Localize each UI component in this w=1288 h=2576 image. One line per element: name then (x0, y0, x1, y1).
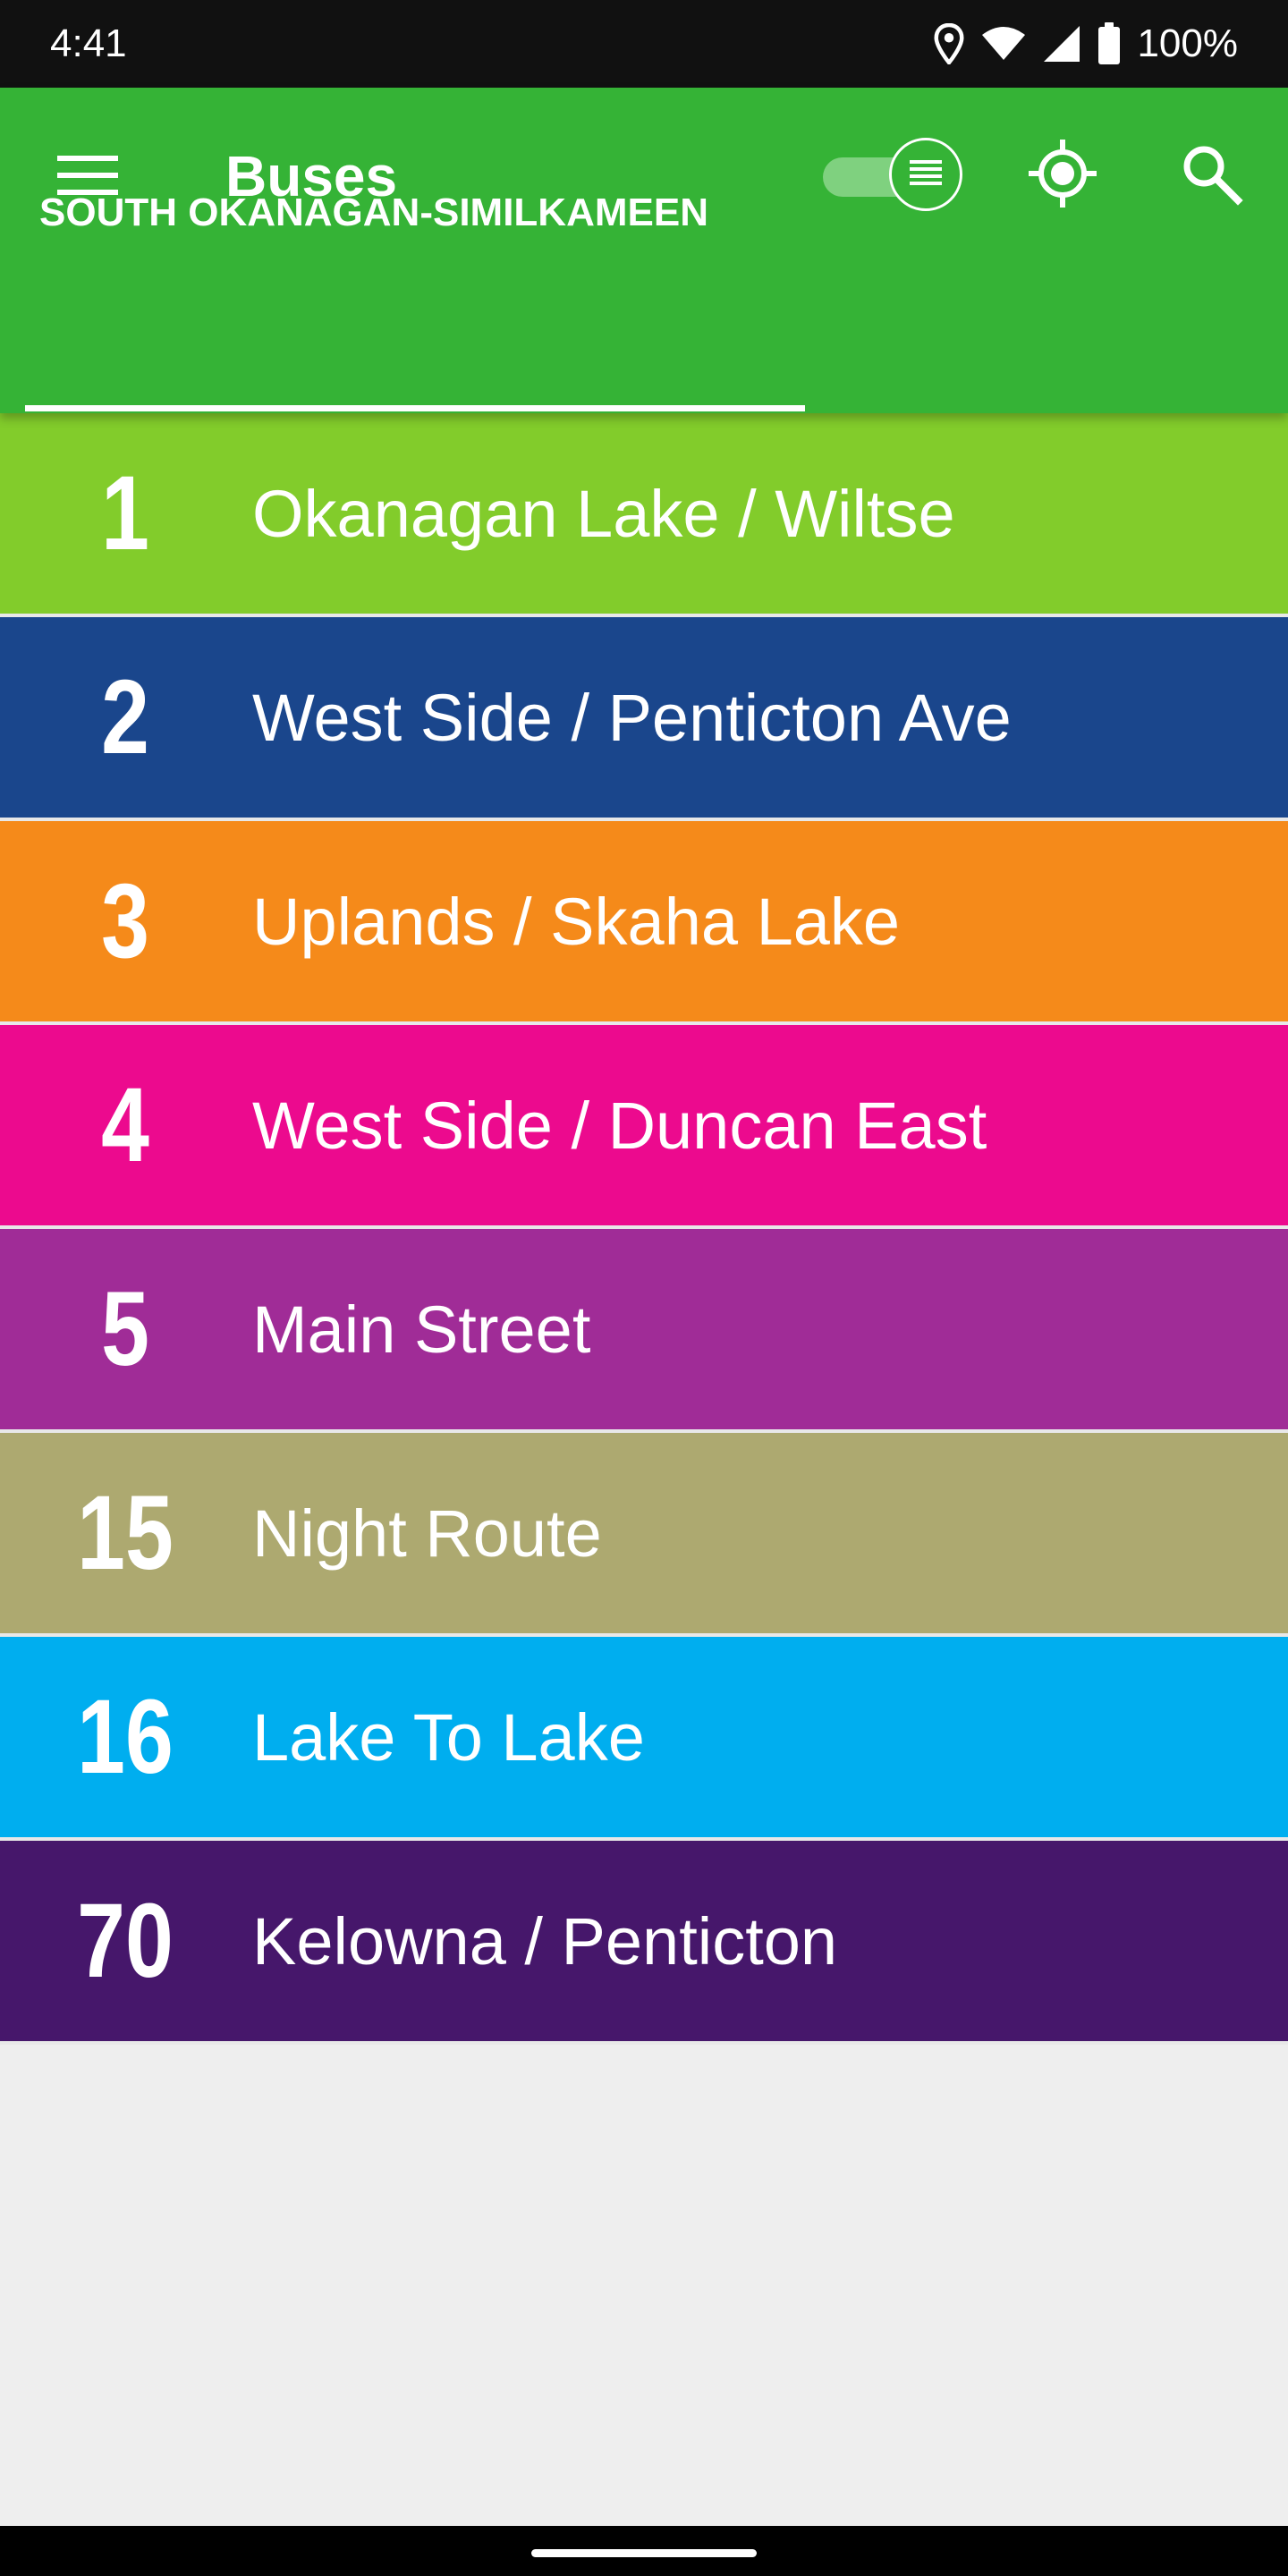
route-name: Kelowna / Penticton (252, 1903, 838, 1979)
status-time: 4:41 (50, 21, 127, 65)
route-number: 1 (101, 454, 149, 572)
route-row[interactable]: 5 Main Street (0, 1229, 1288, 1433)
list-map-toggle[interactable] (823, 136, 962, 215)
tab-label: SOUTH OKANAGAN-SIMILKAMEEN (39, 191, 708, 234)
route-name: Night Route (252, 1496, 602, 1571)
route-row[interactable]: 16 Lake To Lake (0, 1637, 1288, 1841)
route-number: 4 (101, 1066, 149, 1184)
signal-icon (1042, 24, 1081, 64)
route-number: 2 (101, 658, 149, 776)
list-icon (908, 157, 944, 193)
status-bar: 4:41 100% (0, 0, 1288, 88)
route-number: 5 (101, 1270, 149, 1388)
route-row[interactable]: 15 Night Route (0, 1433, 1288, 1637)
home-gesture-handle[interactable] (531, 2549, 757, 2557)
route-list: 1 Okanagan Lake / Wiltse 2 West Side / P… (0, 413, 1288, 2045)
route-name: West Side / Penticton Ave (252, 680, 1012, 755)
route-row[interactable]: 2 West Side / Penticton Ave (0, 617, 1288, 821)
toggle-thumb (889, 138, 962, 211)
route-name: Main Street (252, 1292, 591, 1367)
battery-icon (1097, 22, 1121, 65)
tab-south-okanagan-similkameen[interactable] (25, 302, 805, 413)
route-name: Uplands / Skaha Lake (252, 884, 901, 959)
my-location-icon[interactable] (1027, 138, 1098, 209)
route-row[interactable]: 4 West Side / Duncan East (0, 1025, 1288, 1229)
route-row[interactable]: 70 Kelowna / Penticton (0, 1841, 1288, 2045)
route-name: West Side / Duncan East (252, 1088, 987, 1163)
location-icon (933, 23, 965, 64)
tab-indicator (25, 405, 805, 411)
route-number: 70 (77, 1882, 174, 2000)
route-row[interactable]: 1 Okanagan Lake / Wiltse (0, 413, 1288, 617)
wifi-icon (981, 26, 1026, 62)
battery-percentage: 100% (1137, 21, 1238, 65)
status-icons: 100% (933, 18, 1238, 70)
route-number: 15 (77, 1474, 174, 1592)
route-name: Lake To Lake (252, 1699, 645, 1775)
route-number: 16 (77, 1678, 174, 1796)
route-number: 3 (101, 862, 149, 980)
route-row[interactable]: 3 Uplands / Skaha Lake (0, 821, 1288, 1025)
app-bar: Buses SOUTH OKANAGAN-SIMILKAMEEN (0, 88, 1288, 413)
route-name: Okanagan Lake / Wiltse (252, 476, 955, 551)
search-icon[interactable] (1179, 141, 1243, 206)
system-nav-bar (0, 2526, 1288, 2576)
